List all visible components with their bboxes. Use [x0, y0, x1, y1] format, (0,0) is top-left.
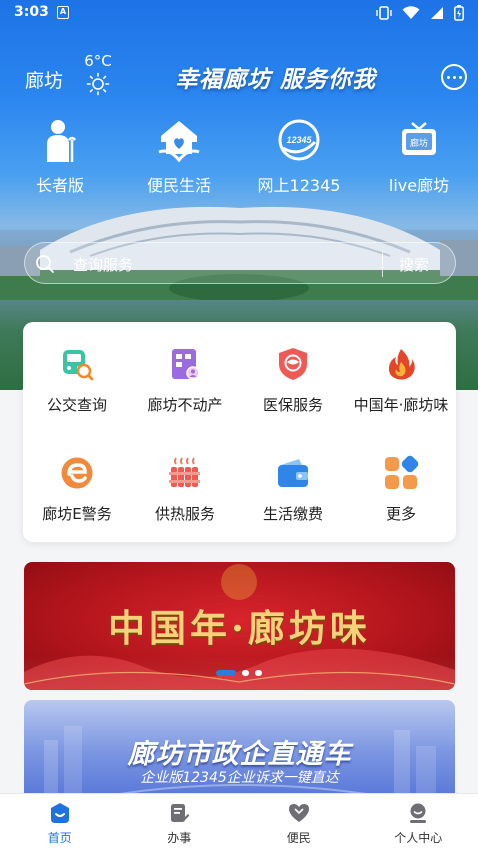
service-label: 廊坊不动产 — [147, 396, 223, 414]
service-bus-query[interactable]: 公交查询 — [23, 344, 131, 416]
service-label: 廊坊E警务 — [42, 505, 112, 523]
city-selector[interactable]: 廊坊 — [25, 66, 63, 93]
tab-convenience[interactable]: 便民 — [239, 794, 359, 846]
search-button[interactable]: 搜索 — [399, 254, 429, 275]
status-icons — [376, 5, 464, 25]
quick-entry-elder[interactable]: 长者版 — [5, 118, 115, 196]
status-bar: 3:03 A — [0, 0, 478, 26]
bottom-tab-bar: 首页 办事 便民 个人中心 — [0, 793, 478, 851]
quick-entry-label: live廊坊 — [388, 176, 450, 195]
banner-title: 廊坊市政企直通车 — [127, 739, 352, 770]
tab-profile[interactable]: 个人中心 — [359, 794, 478, 846]
property-icon — [165, 344, 205, 384]
tab-label: 个人中心 — [394, 831, 443, 845]
medical-insurance-icon — [273, 344, 313, 384]
quick-entry-12345[interactable]: 12345 网上12345 — [244, 118, 354, 196]
wallet-icon — [273, 453, 313, 493]
service-label: 医保服务 — [262, 396, 323, 414]
service-label: 供热服务 — [154, 505, 215, 523]
tab-tasks[interactable]: 办事 — [120, 794, 240, 846]
svg-text:廊坊: 廊坊 — [410, 137, 428, 149]
banner-subtitle: 企业版12345企业诉求一键直达 — [140, 770, 339, 786]
carousel-indicator — [0, 670, 478, 676]
search-bar[interactable]: 查询服务 搜索 — [24, 242, 456, 284]
more-options-button[interactable] — [441, 64, 467, 90]
hotline-12345-icon: 12345 — [277, 118, 321, 162]
home-heart-icon — [157, 118, 201, 162]
service-more[interactable]: 更多 — [347, 453, 455, 525]
elder-icon — [38, 118, 82, 162]
tab-home[interactable]: 首页 — [0, 794, 120, 846]
service-label: 公交查询 — [46, 396, 107, 414]
carousel-dot[interactable] — [255, 670, 262, 676]
search-divider — [382, 251, 383, 277]
service-label: 更多 — [385, 505, 416, 523]
wifi-icon — [402, 6, 420, 24]
tab-label: 便民 — [286, 831, 311, 845]
service-bill-payment[interactable]: 生活缴费 — [239, 453, 347, 525]
tab-label: 首页 — [47, 831, 72, 845]
banner-title: 中国年·廊坊味 — [108, 606, 371, 650]
search-input[interactable]: 查询服务 — [73, 254, 133, 275]
temperature: 6°C — [84, 52, 112, 70]
service-chinese-new-year[interactable]: 中国年·廊坊味 — [347, 344, 455, 416]
search-icon — [35, 254, 55, 278]
bus-search-icon — [57, 344, 97, 384]
quick-entry-label: 长者版 — [35, 176, 84, 195]
heart-icon — [288, 802, 310, 824]
tab-label: 办事 — [167, 831, 192, 845]
notification-a-icon: A — [57, 6, 69, 19]
police-e-icon — [57, 453, 97, 493]
page-slogan: 幸福廊坊 服务你我 — [175, 67, 377, 93]
sun-icon — [86, 72, 110, 96]
service-label: 生活缴费 — [262, 505, 323, 523]
service-e-police[interactable]: 廊坊E警务 — [23, 453, 131, 525]
weather-widget[interactable]: 6°C — [83, 52, 113, 96]
quick-entry-convenience[interactable]: 便民生活 — [124, 118, 234, 196]
home-icon — [49, 802, 71, 824]
tv-icon: 廊坊 — [397, 118, 441, 162]
signal-icon — [430, 6, 444, 24]
flame-icon — [381, 344, 421, 384]
heater-icon — [165, 453, 205, 493]
quick-entry-label: 便民生活 — [146, 176, 211, 195]
service-property[interactable]: 廊坊不动产 — [131, 344, 239, 416]
quick-entry-live[interactable]: 廊坊 live廊坊 — [364, 118, 474, 196]
user-icon — [407, 802, 429, 824]
svg-text:12345: 12345 — [286, 135, 312, 145]
more-grid-icon — [381, 453, 421, 493]
quick-entry-label: 网上12345 — [257, 176, 341, 195]
service-label: 中国年·廊坊味 — [353, 396, 449, 414]
service-medical-insurance[interactable]: 医保服务 — [239, 344, 347, 416]
battery-icon — [454, 5, 464, 25]
service-heating[interactable]: 供热服务 — [131, 453, 239, 525]
carousel-dot-active[interactable] — [216, 670, 236, 676]
carousel-dot[interactable] — [242, 670, 249, 676]
status-time: 3:03 — [14, 4, 49, 20]
task-icon — [168, 802, 190, 824]
services-card: 公交查询 廊坊不动产 医保服务 中国年·廊坊味 廊坊E警务 供热服务 生活缴费 … — [23, 322, 456, 542]
vibrate-icon — [376, 6, 392, 24]
